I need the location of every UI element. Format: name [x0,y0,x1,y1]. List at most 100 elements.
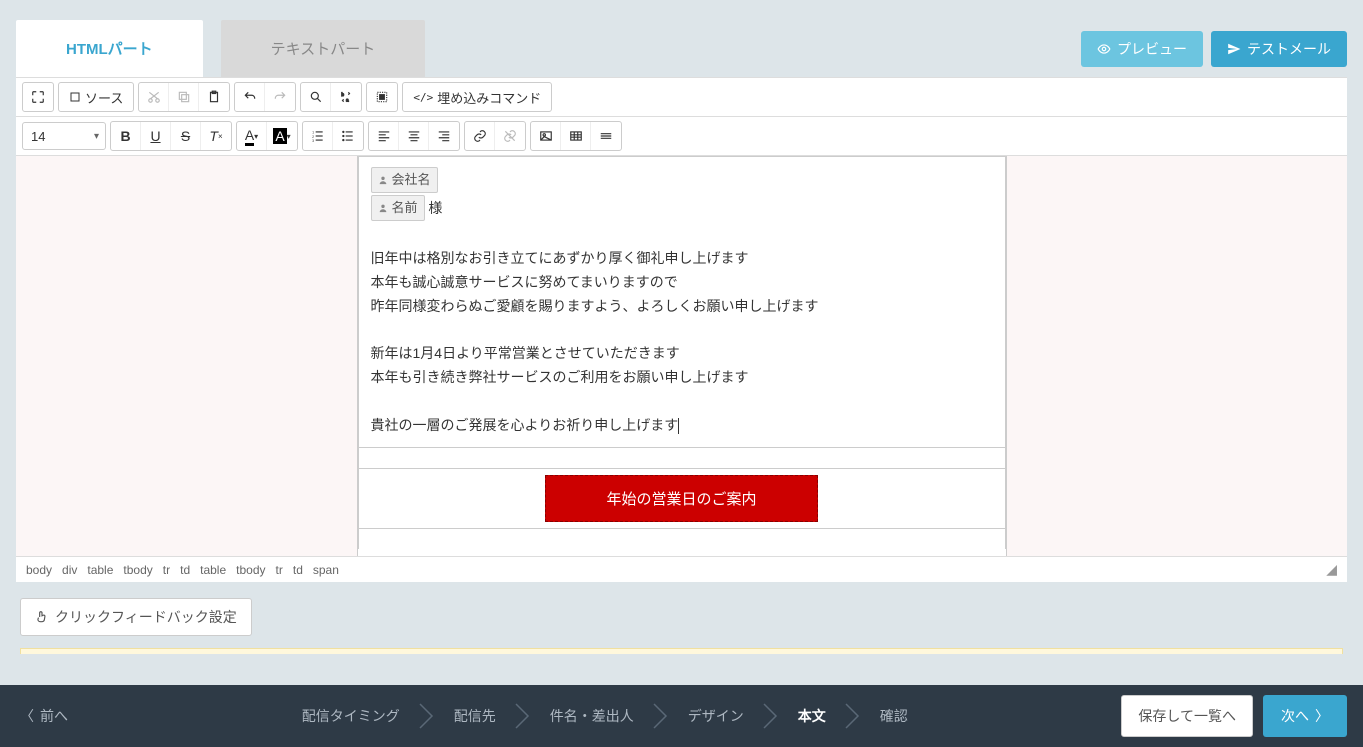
source-button[interactable]: ソース [59,83,133,111]
chevron-right-icon: 〉 [1315,706,1329,726]
next-button[interactable]: 次へ 〉 [1263,695,1347,737]
copy-icon[interactable] [169,83,199,111]
path-segment[interactable]: body [26,563,52,577]
path-segment[interactable]: td [293,563,303,577]
bullet-list-icon[interactable] [333,122,363,150]
path-segment[interactable]: div [62,563,77,577]
svg-text:3: 3 [312,139,314,143]
body-line: 旧年中は格別なお引き立てにあずかり厚く御礼申し上げます [371,247,993,271]
step-5[interactable]: 確認 [862,706,926,726]
svg-text:b: b [342,92,345,97]
body-line: 本年も誠心誠意サービスに努めてまいりますので [371,271,993,295]
replace-icon[interactable]: ba [331,83,361,111]
save-and-list-button[interactable]: 保存して一覧へ [1121,695,1253,737]
maximize-icon[interactable] [23,83,53,111]
path-segment[interactable]: tbody [236,563,265,577]
align-left-icon[interactable] [369,122,399,150]
bg-color-icon[interactable]: A▾ [267,122,297,150]
toolbar-row-1: ソース ba </> 埋め込みコマンド [16,78,1347,117]
path-segment[interactable]: td [180,563,190,577]
body-line: 新年は1月4日より平常営業とさせていただきます [371,342,993,366]
merge-tag-company[interactable]: 会社名 [371,167,438,193]
path-segment[interactable]: table [87,563,113,577]
link-icon[interactable] [465,122,495,150]
body-line: 本年も引き続き弊社サービスのご利用をお願い申し上げます [371,366,993,390]
step-4[interactable]: 本文 [780,706,844,726]
image-icon[interactable] [531,122,561,150]
path-segment[interactable]: tbody [123,563,152,577]
remove-format-icon[interactable]: T× [201,122,231,150]
resize-handle-icon[interactable]: ◢ [1326,561,1337,578]
source-label: ソース [85,88,123,107]
element-path[interactable]: bodydivtabletbodytrtdtabletbodytrtdspan [26,563,339,577]
hand-pointer-icon [35,610,49,624]
preview-button[interactable]: プレビュー [1081,31,1203,67]
embed-command-button[interactable]: </> 埋め込みコマンド [403,83,551,111]
next-label: 次へ [1281,706,1309,726]
prev-label: 前へ [40,706,68,726]
preview-label: プレビュー [1117,39,1187,59]
path-segment[interactable]: tr [276,563,283,577]
redo-icon[interactable] [265,83,295,111]
code-icon: </> [413,91,433,104]
embed-label: 埋め込みコマンド [437,88,541,107]
click-feedback-button[interactable]: クリックフィードバック設定 [20,598,252,636]
step-2[interactable]: 件名・差出人 [532,706,652,726]
chevron-right-icon [762,702,780,730]
paper-plane-icon [1227,42,1241,56]
paste-icon[interactable] [199,83,229,111]
step-3[interactable]: デザイン [670,706,762,726]
editor-panel: ソース ba </> 埋め込みコマンド 14 B [16,77,1347,582]
status-bar: bodydivtabletbodytrtdtabletbodytrtdspan … [16,556,1347,582]
chevron-right-icon [514,702,532,730]
unlink-icon[interactable] [495,122,525,150]
merge-suffix: 様 [428,200,442,216]
text-cursor [678,418,679,434]
step-indicator: 配信タイミング配信先件名・差出人デザイン本文確認 [88,702,1121,730]
table-icon[interactable] [561,122,591,150]
chevron-right-icon [418,702,436,730]
hr-icon[interactable] [591,122,621,150]
content-cell[interactable]: 会社名 名前 様 旧年中は格別なお引き立てにあずかり厚く御礼申し上げます 本年も… [358,156,1006,448]
underline-icon[interactable]: U [141,122,171,150]
step-1[interactable]: 配信先 [436,706,514,726]
body-line: 昨年同様変わらぬご愛顧を賜りますよう、よろしくお願い申し上げます [371,295,993,319]
tab-text-part[interactable]: テキストパート [221,20,426,77]
eye-icon [1097,42,1111,56]
align-right-icon[interactable] [429,122,459,150]
email-canvas[interactable]: 会社名 名前 様 旧年中は格別なお引き立てにあずかり厚く御礼申し上げます 本年も… [357,156,1007,556]
strikethrough-icon[interactable]: S [171,122,201,150]
chevron-right-icon [844,702,862,730]
svg-text:a: a [346,98,349,103]
undo-icon[interactable] [235,83,265,111]
search-icon[interactable] [301,83,331,111]
editor-scroll[interactable]: 会社名 名前 様 旧年中は格別なお引き立てにあずかり厚く御礼申し上げます 本年も… [16,156,1347,556]
text-color-icon[interactable]: A▾ [237,122,267,150]
source-icon [69,91,81,103]
editor-tabs: HTMLパート テキストパート [16,20,425,77]
test-mail-label: テストメール [1247,39,1331,59]
merge-tag-name[interactable]: 名前 [371,195,425,221]
align-center-icon[interactable] [399,122,429,150]
path-segment[interactable]: span [313,563,339,577]
toolbar-row-2: 14 B U S T× A▾ A▾ 123 [16,117,1347,156]
body-line: 貴社の一層のご発展を心よりお祈り申し上げます [371,417,679,433]
step-0[interactable]: 配信タイミング [284,706,418,726]
select-all-icon[interactable] [367,83,397,111]
editor-body: 会社名 名前 様 旧年中は格別なお引き立てにあずかり厚く御礼申し上げます 本年も… [16,156,1347,556]
numbered-list-icon[interactable]: 123 [303,122,333,150]
chevron-left-icon: 〈 [20,706,34,726]
click-feedback-label: クリックフィードバック設定 [55,607,237,627]
test-mail-button[interactable]: テストメール [1211,31,1347,67]
font-size-select[interactable]: 14 [22,122,106,150]
svg-text:1: 1 [312,131,314,135]
prev-button[interactable]: 〈 前へ [0,706,88,726]
cut-icon[interactable] [139,83,169,111]
tab-html-part[interactable]: HTMLパート [16,20,203,77]
notice-strip [20,648,1343,654]
svg-text:2: 2 [312,135,314,139]
cta-button[interactable]: 年始の営業日のご案内 [545,475,817,522]
path-segment[interactable]: tr [163,563,170,577]
bold-icon[interactable]: B [111,122,141,150]
path-segment[interactable]: table [200,563,226,577]
